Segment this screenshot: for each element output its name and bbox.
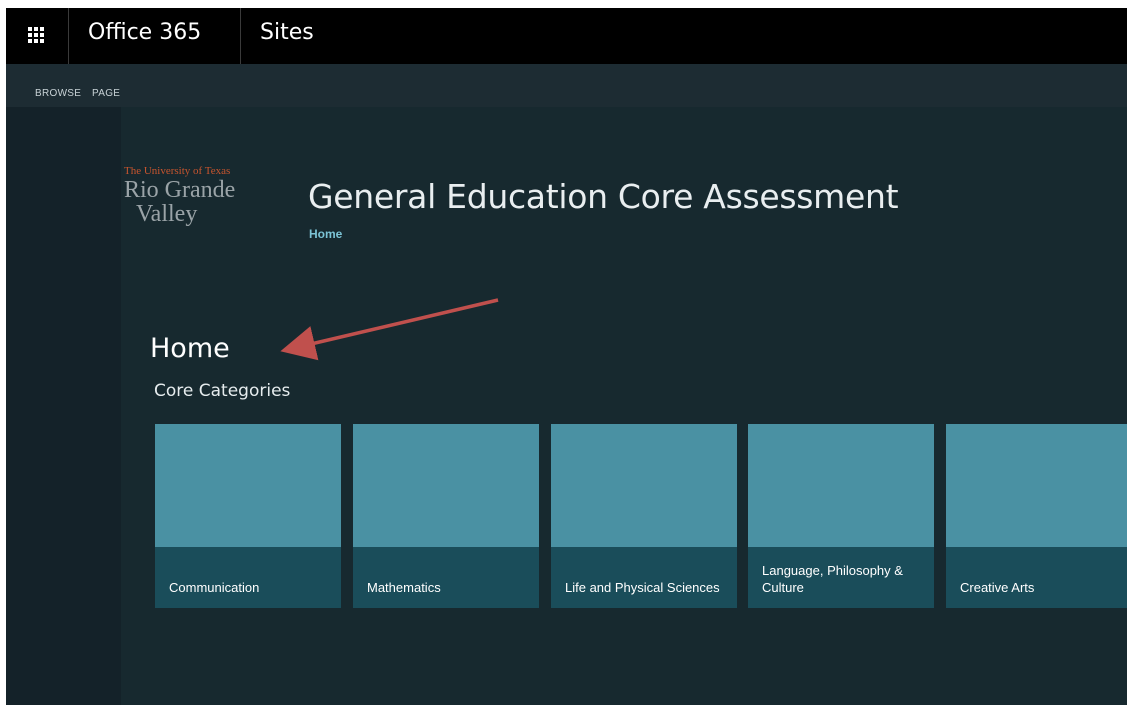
ribbon: BROWSE PAGE — [6, 64, 1127, 107]
main-content: The University of Texas Rio Grande Valle… — [6, 107, 1127, 705]
tile-label: Life and Physical Sciences — [565, 580, 720, 595]
tile-label: Communication — [169, 580, 260, 595]
logo-valley-text: Valley — [136, 201, 198, 227]
breadcrumb-home[interactable]: Home — [309, 227, 342, 241]
tile-label: Language, Philosophy & Culture — [762, 563, 903, 595]
tile-label: Creative Arts — [960, 580, 1035, 595]
tile-label-bar: Life and Physical Sciences — [551, 547, 737, 608]
tile-label: Mathematics — [367, 580, 441, 595]
divider — [68, 8, 69, 64]
page-title: Home — [150, 333, 230, 364]
left-gutter — [6, 107, 121, 705]
site-logo[interactable]: The University of Texas Rio Grande Valle… — [124, 165, 284, 245]
logo-rio-grande-text: Rio Grande — [124, 177, 236, 203]
tile-label-bar: Language, Philosophy & Culture — [748, 547, 934, 608]
tab-browse[interactable]: BROWSE — [35, 88, 81, 99]
app-window: Office 365 Sites BROWSE PAGE The Univers… — [6, 8, 1127, 705]
tile-label-bar: Communication — [155, 547, 341, 608]
suite-bar: Office 365 Sites — [6, 8, 1127, 64]
tab-page[interactable]: PAGE — [92, 88, 120, 99]
sites-link[interactable]: Sites — [260, 20, 314, 45]
tile-communication[interactable]: Communication — [155, 424, 341, 608]
tile-mathematics[interactable]: Mathematics — [353, 424, 539, 608]
tile-language-philosophy-culture[interactable]: Language, Philosophy & Culture — [748, 424, 934, 608]
divider — [240, 8, 241, 64]
tile-life-and-physical-sciences[interactable]: Life and Physical Sciences — [551, 424, 737, 608]
office-365-link[interactable]: Office 365 — [88, 20, 201, 45]
tile-label-bar: Mathematics — [353, 547, 539, 608]
core-categories-tiles: Communication Mathematics Life and Physi… — [155, 424, 1127, 608]
site-title[interactable]: General Education Core Assessment — [308, 177, 899, 216]
section-title: Core Categories — [154, 381, 291, 401]
logo-university-text: The University of Texas — [124, 165, 231, 177]
annotation-arrow-icon — [280, 298, 499, 361]
app-launcher-button[interactable] — [6, 8, 68, 64]
waffle-icon — [28, 27, 45, 44]
tile-creative-arts[interactable]: Creative Arts — [946, 424, 1127, 608]
tile-label-bar: Creative Arts — [946, 547, 1127, 608]
